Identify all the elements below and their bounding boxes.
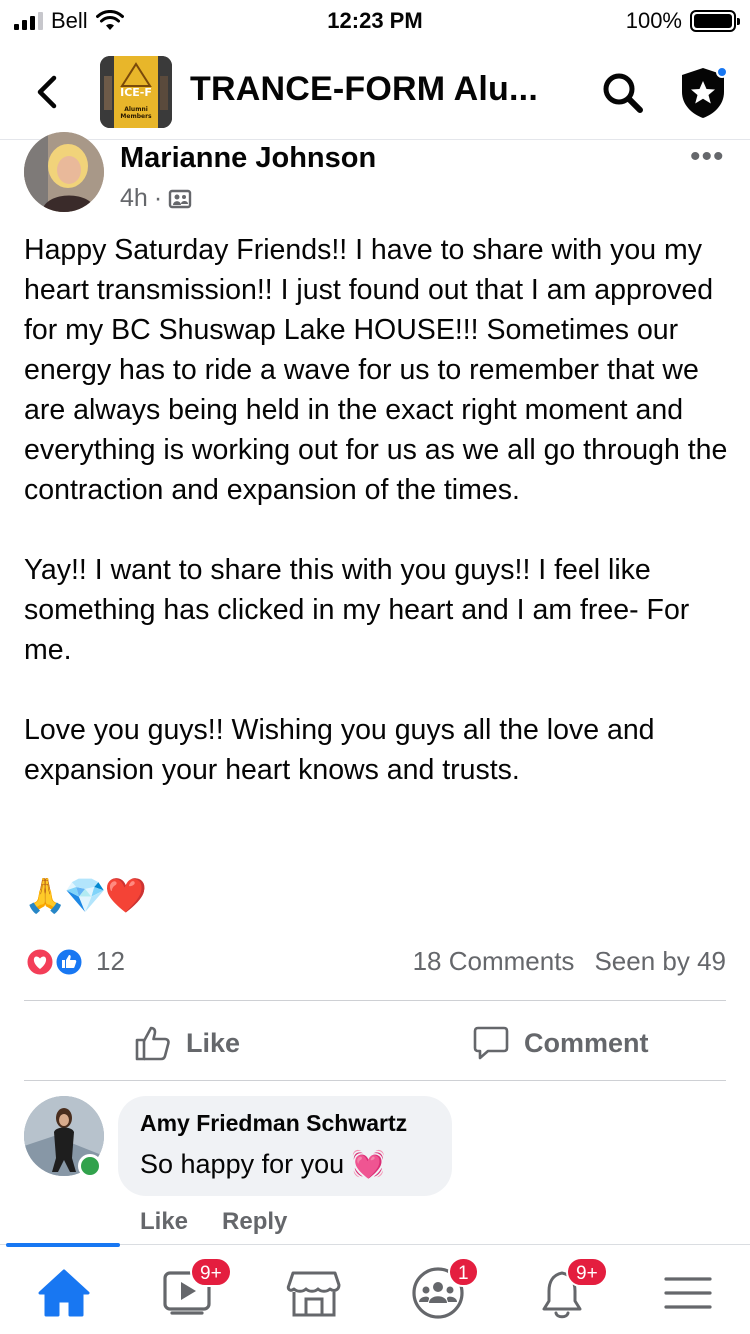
- post-time[interactable]: 4h: [120, 184, 148, 213]
- battery-icon: [690, 10, 740, 32]
- comment-actions: Like Reply: [140, 1208, 287, 1236]
- group-members-icon: [168, 189, 192, 208]
- notification-dot: [716, 66, 728, 78]
- reaction-count[interactable]: 12: [96, 946, 125, 977]
- group-title[interactable]: TRANCE-FORM Alu...: [190, 70, 538, 109]
- author-avatar[interactable]: [24, 132, 104, 212]
- search-icon[interactable]: [598, 68, 646, 116]
- meta-separator: ·: [153, 184, 163, 212]
- svg-text:Members: Members: [120, 113, 152, 120]
- comment-reply-button[interactable]: Reply: [222, 1208, 287, 1236]
- post-author-name[interactable]: Marianne Johnson: [120, 142, 376, 175]
- online-status-dot: [78, 1154, 102, 1178]
- comment-text: So happy for you 💓: [140, 1149, 386, 1179]
- marketplace-icon[interactable]: [284, 1265, 344, 1321]
- comments-count[interactable]: 18 Comments: [413, 946, 575, 977]
- back-arrow-icon[interactable]: [28, 72, 68, 112]
- watch-badge: 9+: [190, 1257, 232, 1287]
- post-stats: 12 18 Comments Seen by 49: [24, 940, 726, 984]
- tab-groups[interactable]: 1: [408, 1257, 479, 1321]
- tab-notifications[interactable]: 9+: [536, 1257, 608, 1321]
- post-body: Happy Saturday Friends!! I have to share…: [24, 234, 728, 786]
- group-thumbnail[interactable]: ICE-F Alumni Members: [100, 56, 172, 128]
- post-emojis: 🙏💎❤️: [24, 877, 147, 915]
- bottom-tab-bar: 9+ 1 9+: [0, 1243, 750, 1334]
- divider: [24, 1000, 726, 1001]
- thumbs-up-icon: [135, 1026, 170, 1061]
- comment-label: Comment: [524, 1027, 649, 1058]
- home-icon[interactable]: [34, 1265, 94, 1321]
- group-logo-image: ICE-F Alumni Members: [100, 56, 172, 128]
- like-button[interactable]: Like: [134, 1018, 240, 1068]
- tab-watch[interactable]: 9+: [160, 1257, 232, 1321]
- comment-bubble-icon: [473, 1026, 509, 1060]
- active-tab-indicator: [6, 1243, 120, 1247]
- svg-text:Alumni: Alumni: [124, 106, 148, 113]
- battery-percent: 100%: [625, 8, 682, 33]
- comment-button[interactable]: Comment: [472, 1018, 649, 1068]
- commenter-name[interactable]: Amy Friedman Schwartz: [140, 1110, 407, 1137]
- divider: [24, 1080, 726, 1081]
- group-header: ICE-F Alumni Members TRANCE-FORM Alu...: [0, 44, 750, 140]
- post-options-icon[interactable]: •••: [690, 140, 725, 174]
- notifications-badge: 9+: [566, 1257, 608, 1287]
- svg-text:ICE-F: ICE-F: [120, 86, 152, 99]
- seen-by-count[interactable]: Seen by 49: [594, 946, 726, 977]
- reactions-icon[interactable]: [24, 946, 88, 978]
- groups-badge: 1: [448, 1257, 479, 1287]
- status-bar: Bell 12:23 PM 100%: [0, 0, 750, 40]
- comment-like-button[interactable]: Like: [140, 1208, 188, 1236]
- post-meta: 4h ·: [120, 184, 192, 213]
- like-label: Like: [186, 1027, 241, 1058]
- menu-icon[interactable]: [658, 1265, 718, 1321]
